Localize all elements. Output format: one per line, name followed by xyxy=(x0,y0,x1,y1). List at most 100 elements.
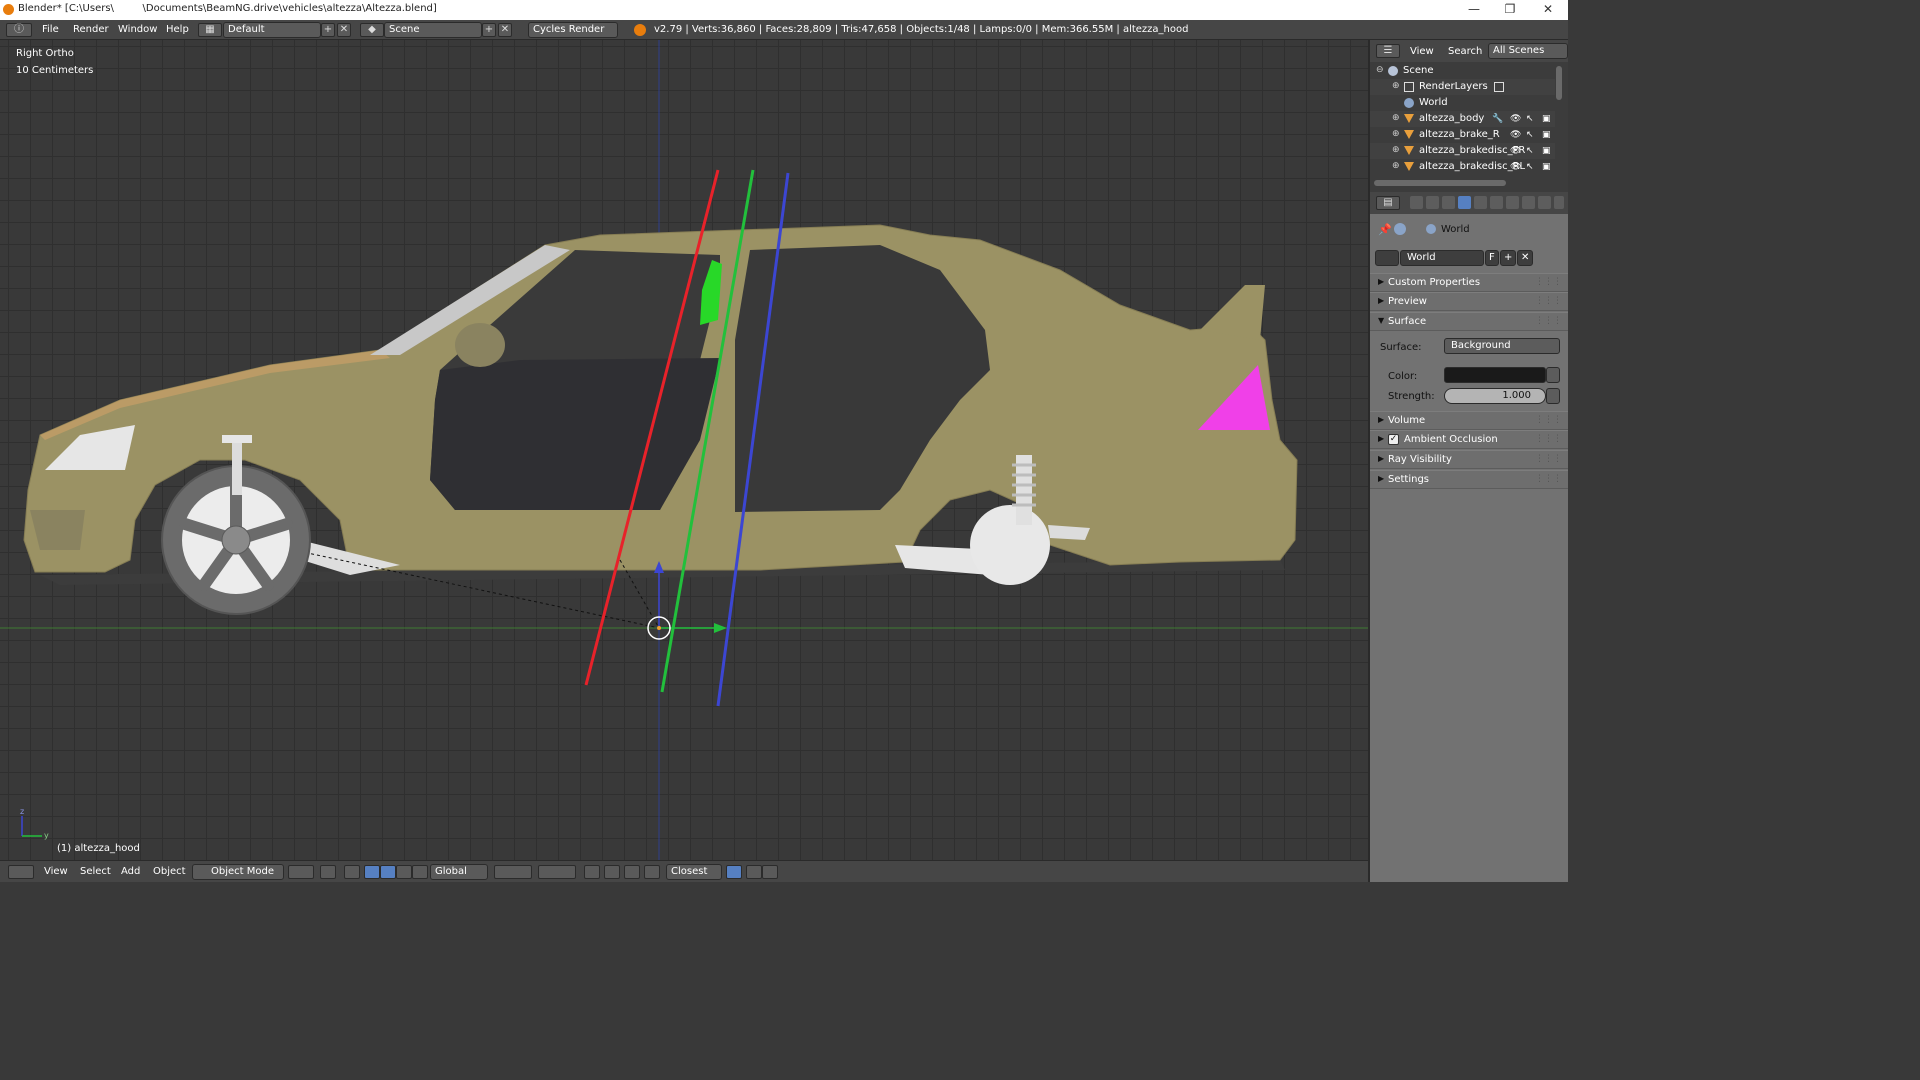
pin-icon[interactable]: 📌 xyxy=(1378,223,1392,236)
unlink-world-button[interactable]: ✕ xyxy=(1517,250,1533,266)
selectable-cursor-icon[interactable]: ↖ xyxy=(1526,146,1536,156)
render-camera-icon[interactable]: ▣ xyxy=(1542,146,1552,156)
outliner-display-filter[interactable]: All Scenes xyxy=(1488,43,1568,59)
selectable-cursor-icon[interactable]: ↖ xyxy=(1526,114,1536,124)
new-world-button[interactable]: + xyxy=(1500,250,1516,266)
scene-field[interactable]: Scene xyxy=(384,22,482,38)
render-anim-icon[interactable] xyxy=(746,865,762,879)
renderlayers-tab-icon[interactable] xyxy=(1426,196,1439,209)
visibility-eye-icon[interactable]: 👁 xyxy=(1510,162,1521,172)
delete-scene-icon[interactable]: ✕ xyxy=(498,23,512,37)
drag-handle-icon[interactable]: ⋮⋮⋮ xyxy=(1535,296,1562,306)
render-engine-dropdown[interactable]: Cycles Render xyxy=(528,22,618,38)
menu-view[interactable]: View xyxy=(44,866,68,877)
object-tab-icon[interactable] xyxy=(1474,196,1487,209)
color-link-icon[interactable] xyxy=(1546,367,1560,383)
drag-handle-icon[interactable]: ⋮⋮⋮ xyxy=(1535,415,1562,425)
snap-icon[interactable] xyxy=(624,865,640,879)
drag-handle-icon[interactable]: ⋮⋮⋮ xyxy=(1535,316,1562,326)
panel-custom-properties[interactable]: ▶ Custom Properties ⋮⋮⋮ xyxy=(1370,273,1568,292)
constraints-tab-icon[interactable] xyxy=(1490,196,1503,209)
panel-ambient-occlusion[interactable]: ▶ ✓ Ambient Occlusion ⋮⋮⋮ xyxy=(1370,430,1568,449)
panel-preview[interactable]: ▶ Preview ⋮⋮⋮ xyxy=(1370,292,1568,311)
snap-target-dropdown[interactable]: Closest xyxy=(666,864,722,880)
menu-select[interactable]: Select xyxy=(80,866,111,877)
rotate-manipulator-icon[interactable] xyxy=(380,865,396,879)
add-layout-icon[interactable]: + xyxy=(321,23,335,37)
scene-tab-icon[interactable] xyxy=(1442,196,1455,209)
expand-icon[interactable]: ⊖ xyxy=(1376,65,1384,75)
close-button[interactable]: ✕ xyxy=(1530,0,1566,20)
outliner-view-menu[interactable]: View xyxy=(1410,46,1434,57)
visibility-eye-icon[interactable]: 👁 xyxy=(1510,130,1521,140)
manipulator-toggle-2-icon[interactable] xyxy=(412,865,428,879)
visibility-eye-icon[interactable]: 👁 xyxy=(1510,146,1521,156)
editor-type-button[interactable]: ⓘ xyxy=(6,23,32,37)
outliner-horizontal-scrollbar[interactable] xyxy=(1374,180,1506,186)
outliner-vertical-scrollbar[interactable] xyxy=(1556,66,1562,100)
render-tab-icon[interactable] xyxy=(1410,196,1423,209)
renderlayer-toggle-icon[interactable] xyxy=(1494,82,1504,92)
world-tab-icon[interactable] xyxy=(1458,196,1471,209)
outliner-row[interactable]: ⊕ altezza_brake_R 👁 ↖ ▣ xyxy=(1370,127,1555,143)
drag-handle-icon[interactable]: ⋮⋮⋮ xyxy=(1535,474,1562,484)
visibility-eye-icon[interactable]: 👁 xyxy=(1510,114,1521,124)
delete-layout-icon[interactable]: ✕ xyxy=(337,23,351,37)
snap-element-icon[interactable] xyxy=(644,865,660,879)
selectable-cursor-icon[interactable]: ↖ xyxy=(1526,162,1536,172)
outliner-editor-icon[interactable]: ☰ xyxy=(1376,44,1400,58)
menu-help[interactable]: Help xyxy=(166,24,189,35)
panel-volume[interactable]: ▶ Volume ⋮⋮⋮ xyxy=(1370,411,1568,430)
scene-render[interactable]: y z xyxy=(0,40,1368,860)
outliner-row[interactable]: ⊕ altezza_body 🔧 👁 ↖ ▣ xyxy=(1370,111,1555,127)
drag-handle-icon[interactable]: ⋮⋮⋮ xyxy=(1535,277,1562,287)
mode-dropdown[interactable]: Object Mode xyxy=(192,864,284,880)
drag-handle-icon[interactable]: ⋮⋮⋮ xyxy=(1535,454,1562,464)
expand-icon[interactable]: ⊕ xyxy=(1392,129,1400,139)
outliner-search-menu[interactable]: Search xyxy=(1448,46,1482,57)
properties-editor-icon[interactable]: ▤ xyxy=(1376,196,1400,210)
opengl-render-icon[interactable] xyxy=(762,865,778,879)
expand-icon[interactable]: ⊕ xyxy=(1392,81,1400,91)
color-swatch[interactable] xyxy=(1444,367,1546,383)
selectable-cursor-icon[interactable]: ↖ xyxy=(1526,130,1536,140)
render-camera-icon[interactable]: ▣ xyxy=(1542,114,1552,124)
add-scene-icon[interactable]: + xyxy=(482,23,496,37)
expand-icon[interactable]: ⊕ xyxy=(1392,161,1400,171)
pivot-point-icon[interactable] xyxy=(320,865,336,879)
outliner-row[interactable]: ⊕ altezza_brakedisc_RL 👁 ↖ ▣ xyxy=(1370,159,1555,175)
menu-window[interactable]: Window xyxy=(118,24,157,35)
texture-tab-icon[interactable] xyxy=(1554,196,1564,209)
render-icon[interactable] xyxy=(726,865,742,879)
surface-shader-dropdown[interactable]: Background xyxy=(1444,338,1560,354)
minimize-button[interactable]: — xyxy=(1456,0,1492,20)
scene-icon[interactable]: ◆ xyxy=(360,23,384,37)
expand-icon[interactable]: ⊕ xyxy=(1392,145,1400,155)
outliner-row[interactable]: ⊕ altezza_brakedisc_FR 👁 ↖ ▣ xyxy=(1370,143,1555,159)
scale-manipulator-icon[interactable] xyxy=(396,865,412,879)
panel-settings[interactable]: ▶ Settings ⋮⋮⋮ xyxy=(1370,470,1568,489)
translate-manipulator-icon[interactable] xyxy=(364,865,380,879)
material-tab-icon[interactable] xyxy=(1538,196,1551,209)
ambient-occlusion-checkbox[interactable]: ✓ xyxy=(1388,434,1399,445)
screen-layout-field[interactable]: Default xyxy=(223,22,321,38)
world-browse-icon[interactable] xyxy=(1375,250,1399,266)
menu-file[interactable]: File xyxy=(42,24,59,35)
render-camera-icon[interactable]: ▣ xyxy=(1542,162,1552,172)
screen-layout-icon[interactable]: ▦ xyxy=(198,23,222,37)
menu-object[interactable]: Object xyxy=(153,866,186,877)
outliner-row[interactable]: World xyxy=(1370,95,1555,111)
layer-buttons-2[interactable] xyxy=(538,865,576,879)
outliner-row[interactable]: ⊖ Scene xyxy=(1370,63,1555,79)
3d-viewport[interactable]: Right Ortho 10 Centimeters y z (1) altez… xyxy=(0,40,1368,860)
panel-surface[interactable]: ▼ Surface ⋮⋮⋮ xyxy=(1370,312,1568,331)
restore-button[interactable]: ❐ xyxy=(1492,0,1528,20)
layer-buttons-1[interactable] xyxy=(494,865,532,879)
modifiers-tab-icon[interactable] xyxy=(1506,196,1519,209)
strength-link-icon[interactable] xyxy=(1546,388,1560,404)
viewport-shading-dropdown[interactable] xyxy=(288,865,314,879)
render-camera-icon[interactable]: ▣ xyxy=(1542,130,1552,140)
strength-slider[interactable]: 1.000 xyxy=(1444,388,1546,404)
manipulator-toggle-icon[interactable] xyxy=(344,865,360,879)
outliner-row[interactable]: ⊕ RenderLayers xyxy=(1370,79,1555,95)
